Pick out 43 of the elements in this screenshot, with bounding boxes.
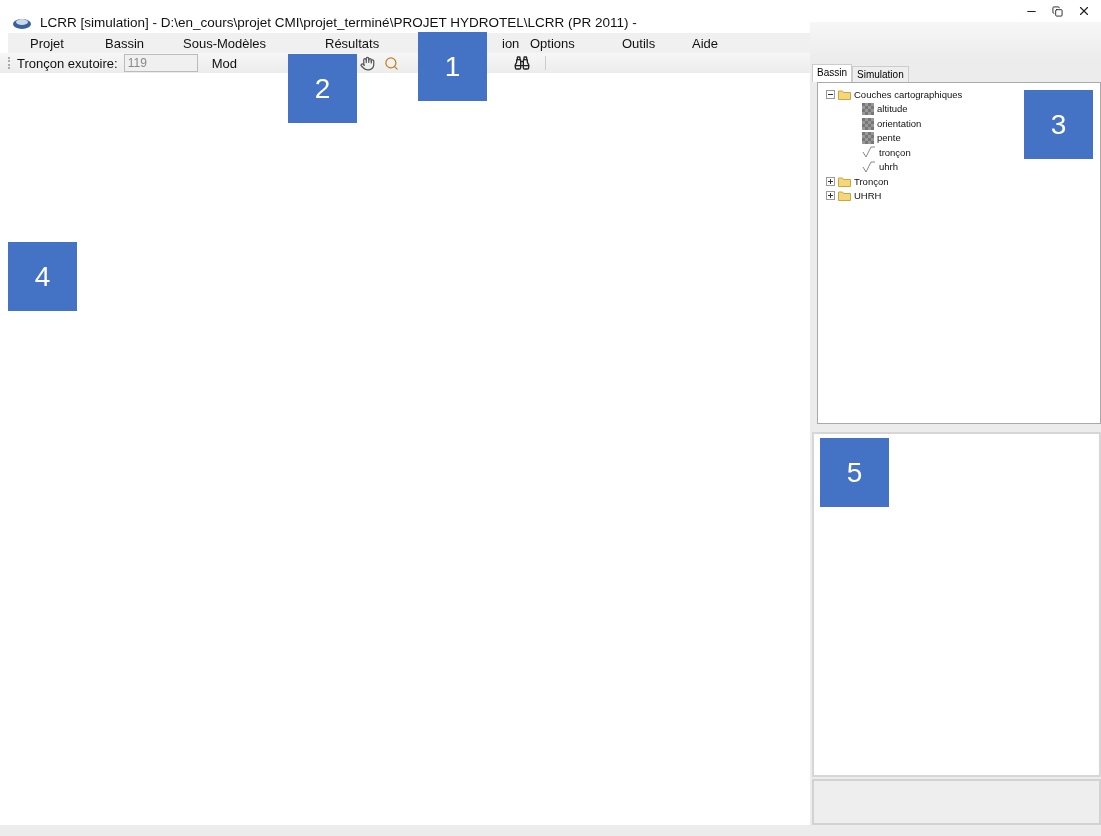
- expand-icon[interactable]: [826, 176, 835, 186]
- callout-badge: 3: [1024, 90, 1093, 159]
- tree-item[interactable]: uhrh: [879, 161, 898, 173]
- hand-icon[interactable]: [359, 54, 377, 72]
- menu-item[interactable]: ion: [502, 35, 530, 51]
- tree-item[interactable]: altitude: [877, 103, 908, 115]
- binoculars-icon[interactable]: [513, 54, 531, 72]
- tree-item[interactable]: Tronçon: [854, 175, 889, 187]
- raster-icon: [862, 102, 874, 116]
- menu-item[interactable]: Outils: [622, 35, 692, 51]
- callout-badge: 2: [288, 54, 357, 123]
- raster-icon: [862, 131, 874, 145]
- folder-icon: [838, 88, 851, 100]
- expand-icon[interactable]: [826, 191, 835, 201]
- menu-item[interactable]: Sous-Modèles: [183, 35, 325, 51]
- tree-item[interactable]: orientation: [877, 117, 922, 129]
- raster-icon: [862, 116, 874, 130]
- menu-item[interactable]: Résultats: [325, 35, 420, 51]
- tab[interactable]: Bassin: [812, 64, 852, 82]
- restore-icon[interactable]: [1052, 5, 1063, 17]
- app-icon: [12, 16, 32, 30]
- tree-item[interactable]: pente: [877, 132, 901, 144]
- zoom-icon[interactable]: [383, 54, 401, 72]
- close-icon[interactable]: [1077, 4, 1091, 18]
- line-icon: [862, 160, 876, 173]
- menu-item[interactable]: Bassin: [105, 35, 183, 51]
- callout-badge: 5: [820, 438, 889, 507]
- menu-item[interactable]: Projet: [30, 35, 105, 51]
- menu-item[interactable]: Options: [530, 35, 622, 51]
- menu-item[interactable]: Aide: [692, 35, 752, 51]
- tree-item[interactable]: Couches cartographiques: [854, 88, 963, 100]
- line-icon: [862, 146, 876, 159]
- mode-label: Mod: [211, 55, 237, 71]
- callout-badge: 1: [418, 32, 487, 101]
- folder-icon: [838, 190, 851, 202]
- folder-icon: [838, 175, 851, 187]
- outlet-label: Tronçon exutoire:: [17, 55, 118, 71]
- window-title: LCRR [simulation] - D:\en_cours\projet CMI\projet_terminé\PROJET HYDROTEL\LCRR (PR 2011) -: [40, 15, 637, 30]
- tree-item[interactable]: tronçon: [879, 146, 911, 158]
- callout-badge: 4: [8, 242, 77, 311]
- tree-item[interactable]: UHRH: [854, 190, 882, 202]
- tab[interactable]: Simulation: [852, 66, 909, 82]
- collapse-icon[interactable]: [826, 89, 835, 99]
